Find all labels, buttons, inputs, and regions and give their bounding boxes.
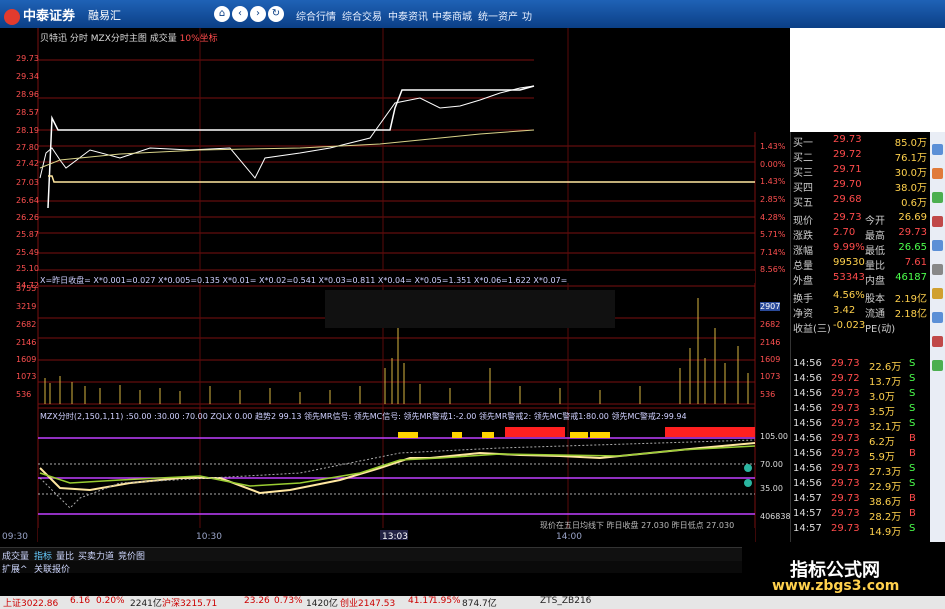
home-icon[interactable]: ⌂ — [214, 6, 230, 22]
tool-icon[interactable] — [932, 168, 943, 179]
tool-icon[interactable] — [932, 216, 943, 227]
volume-label: 成交量 — [149, 34, 177, 44]
menu-assets[interactable]: 统一资产 — [478, 8, 518, 23]
chart-title: 贝特迅 分时 MZX分时主图 成交量 10%坐标 — [40, 31, 218, 44]
index-hs: 沪深3215.71 — [162, 599, 218, 609]
bid-row: 买一 29.73 85.0万 — [793, 134, 927, 149]
tick-row: 14:57 29.73 14.9万 S — [793, 523, 916, 538]
indicator-row: MZX分时(2,150,1,11) :50.00 :30.00 :70.00 Z… — [40, 412, 687, 421]
status-code: ZTS_ZB216 — [540, 596, 592, 606]
refresh-icon[interactable]: ↻ — [268, 6, 284, 22]
tool-icon[interactable] — [932, 240, 943, 251]
tick-row: 14:56 29.73 3.0万 S — [793, 388, 916, 403]
sub-brand: 融易汇 — [88, 9, 121, 22]
menu-trade[interactable]: 综合交易 — [342, 8, 382, 23]
menu-more[interactable]: 功 — [522, 8, 532, 23]
tick-row: 14:56 29.73 5.9万 B — [793, 448, 916, 463]
stat-row: 总量 99530 量比 7.61 — [793, 257, 927, 272]
tool-icon[interactable] — [932, 288, 943, 299]
limit-label: 10%坐标 — [179, 34, 218, 44]
indicator-name: MZX分时主图 — [90, 34, 147, 44]
tool-icon[interactable] — [932, 336, 943, 347]
back-icon[interactable]: ‹ — [232, 6, 248, 22]
bid-row: 买五 29.68 0.6万 — [793, 194, 927, 209]
tick-row: 14:56 29.73 22.9万 S — [793, 478, 916, 493]
bid-row: 买三 29.71 30.0万 — [793, 164, 927, 179]
stat-row: 换手 4.56% 股本 2.19亿 — [793, 290, 927, 305]
tick-row: 14:56 29.73 27.3万 S — [793, 463, 916, 478]
footer-note: 现价在五日均线下 昨日收盘 27.030 昨日低点 27.030 — [540, 521, 735, 530]
tool-icon[interactable] — [932, 192, 943, 203]
stat-row: 收益(三) -0.023 PE(动) — [793, 320, 896, 335]
stat-row: 外盘 53343 内盘 46187 — [793, 272, 927, 287]
index-cy: 创业2147.53 — [340, 599, 396, 609]
right-toolbar — [930, 132, 945, 542]
stock-name: 贝特迅 — [40, 34, 68, 44]
tab-related[interactable]: 关联报价 — [34, 562, 70, 575]
bid-row: 买四 29.70 38.0万 — [793, 179, 927, 194]
watermark-url: www.zbgs3.com — [772, 578, 900, 594]
forward-icon[interactable]: › — [250, 6, 266, 22]
tool-icon[interactable] — [932, 312, 943, 323]
quote-panel: 买一 29.73 85.0万 买二 29.72 76.1万 买三 29.71 30.0万 买… — [790, 132, 931, 542]
stat-row: 现价 29.73 今开 26.69 — [793, 212, 927, 227]
tool-icon[interactable] — [932, 144, 943, 155]
tool-icon[interactable] — [932, 360, 943, 371]
tick-row: 14:56 29.72 13.7万 S — [793, 373, 916, 388]
stat-row: 净资 3.42 流通 2.18亿 — [793, 305, 927, 320]
title-bar: 中泰证券 融易汇 ⌂ ‹ › ↻ 综合行情 综合交易 中泰资讯 中泰商城 统一资… — [0, 0, 945, 28]
status-bar: 上证3022.86 6.16 0.20% 2241亿 沪深3215.71 23.… — [0, 596, 945, 609]
logo-icon — [4, 8, 20, 25]
tick-row: 14:56 29.73 22.6万 S — [793, 358, 916, 373]
tab-expand[interactable]: 扩展^ — [2, 562, 28, 575]
tick-row: 14:56 29.73 32.1万 S — [793, 418, 916, 433]
chart-mode: 分时 — [69, 34, 88, 44]
sub-tabs: 扩展^ 关联报价 — [0, 561, 790, 575]
menu-mall[interactable]: 中泰商城 — [432, 8, 472, 23]
tick-row: 14:56 29.73 3.5万 S — [793, 403, 916, 418]
stat-row: 涨幅 9.99% 最低 26.65 — [793, 242, 927, 257]
index-sh: 上证3022.86 — [3, 599, 59, 609]
menu-news[interactable]: 中泰资讯 — [388, 8, 428, 23]
tick-row: 14:56 29.73 6.2万 B — [793, 433, 916, 448]
tool-icon[interactable] — [932, 264, 943, 275]
formula-row: X=昨日收盘= X*0.001=0.027 X*0.005=0.135 X*0.… — [40, 276, 568, 285]
bottom-tabs: 成交量 指标 量比 买卖力道 竞价图 — [0, 547, 790, 562]
stat-row: 涨跌 2.70 最高 29.73 — [793, 227, 927, 242]
menu-quotes[interactable]: 综合行情 — [296, 8, 336, 23]
tick-row: 14:57 29.73 38.6万 B — [793, 493, 916, 508]
tick-row: 14:57 29.73 28.2万 B — [793, 508, 916, 523]
bid-row: 买二 29.72 76.1万 — [793, 149, 927, 164]
brand-logo: 中泰证券 — [4, 5, 75, 25]
